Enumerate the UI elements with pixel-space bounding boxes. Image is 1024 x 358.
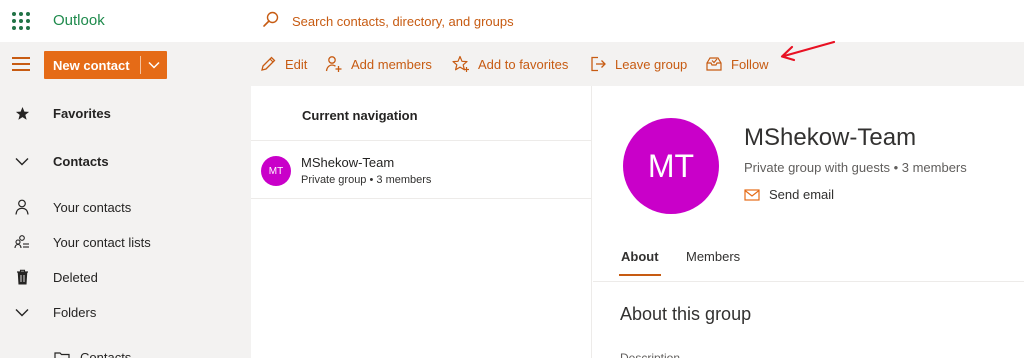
follow-label: Follow [731,56,769,72]
app-name[interactable]: Outlook [53,12,105,29]
sidebar-item-label: Deleted [53,269,98,285]
avatar: MT [261,156,291,186]
star-add-icon [452,55,469,72]
list-header: Current navigation [251,86,592,141]
add-person-icon [325,56,342,72]
sidebar-item-label: Contacts [53,153,109,169]
description-label: Description [620,352,680,358]
outlook-people-app: Outlook Search contacts, directory, and … [0,0,1024,358]
leave-group-button[interactable]: Leave group [589,55,687,73]
edit-button[interactable]: Edit [259,55,307,73]
person-icon [13,198,31,216]
sidebar-item-contacts[interactable]: Contacts [0,146,251,176]
active-tab-indicator [619,274,661,276]
section-title: About this group [620,304,752,324]
chevron-down-icon[interactable] [141,61,167,69]
folder-icon [53,348,71,358]
annotation-arrow-icon [780,40,836,62]
detail-tabs: About Members [593,244,1024,282]
sidebar-item-label: Folders [53,304,97,320]
tab-members[interactable]: Members [686,249,740,264]
sign-out-icon [591,56,606,72]
group-subtitle: Private group with guests • 3 members [744,160,967,175]
list-item[interactable]: MT MShekow-Team Private group • 3 member… [251,141,592,199]
contact-list-icon [13,233,31,251]
new-contact-label: New contact [53,57,130,73]
search-icon [262,10,280,33]
new-contact-button[interactable]: New contact [44,51,167,79]
send-email-link[interactable]: Send email [744,187,834,202]
pencil-icon [261,56,276,71]
avatar: MT [623,118,719,214]
sidebar-item-contact-lists[interactable]: Your contact lists [0,227,251,257]
trash-icon [13,268,31,286]
follow-button[interactable]: Follow [705,55,769,73]
group-detail-pane: MT MShekow-Team Private group with guest… [593,86,1024,358]
top-bar: Outlook Search contacts, directory, and … [0,0,1024,42]
edit-label: Edit [285,56,308,72]
sidebar-item-folders[interactable]: Folders [0,297,251,327]
sidebar-item-label: Favorites [53,105,111,121]
command-bar: New contact Edit Add members Add to favo… [0,42,1024,86]
sidebar-item-label: Your contact lists [53,234,151,250]
add-to-favorites-button[interactable]: Add to favorites [452,55,568,73]
add-members-label: Add members [351,56,432,72]
app-launcher-icon[interactable] [12,12,30,30]
add-members-button[interactable]: Add members [325,55,432,73]
group-subtitle: Private group • 3 members [301,174,432,186]
tab-about[interactable]: About [621,249,659,264]
sidebar-item-favorites[interactable]: Favorites [0,98,251,128]
leave-group-label: Leave group [615,56,688,72]
sidebar-item-your-contacts[interactable]: Your contacts [0,192,251,222]
sidebar-item-label: Contacts [80,349,132,358]
sidebar-item-label: Your contacts [53,199,132,215]
mail-icon [744,188,760,201]
chevron-down-icon [13,152,31,170]
send-email-label: Send email [769,187,835,202]
list-header-title: Current navigation [302,108,418,123]
hamburger-menu-icon[interactable] [12,57,30,71]
star-icon [13,104,31,122]
left-navigation: Favorites Contacts Your contacts Your co… [0,86,251,358]
follow-inbox-icon [706,57,722,71]
group-name: MShekow-Team [301,155,395,170]
group-title: MShekow-Team [744,124,917,151]
search-box[interactable]: Search contacts, directory, and groups [262,8,682,34]
sidebar-item-deleted[interactable]: Deleted [0,262,251,292]
search-input[interactable]: Search contacts, directory, and groups [292,14,514,29]
add-to-favorites-label: Add to favorites [478,56,569,72]
group-list-pane: Current navigation MT MShekow-Team Priva… [251,86,592,358]
chevron-down-icon [13,303,31,321]
